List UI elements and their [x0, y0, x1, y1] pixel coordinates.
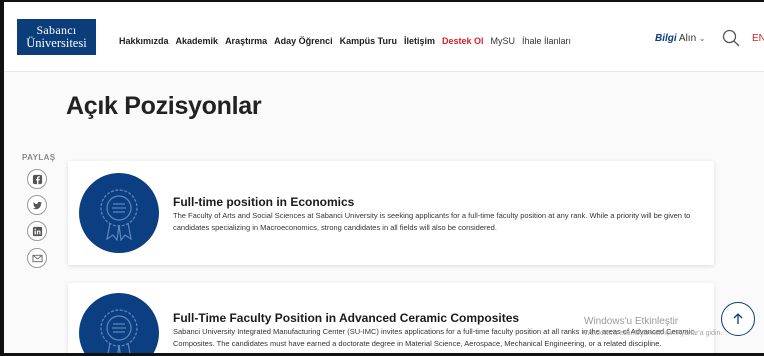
- award-badge-icon: [79, 293, 159, 356]
- share-mail-button[interactable]: [27, 248, 47, 268]
- bilgi-bold-text: Bilgi: [655, 33, 677, 44]
- position-title[interactable]: Full-time position in Economics: [173, 195, 354, 209]
- share-label: PAYLAŞ: [22, 153, 56, 162]
- position-description: The Faculty of Arts and Social Sciences …: [173, 211, 691, 232]
- mail-icon: [31, 254, 43, 262]
- linkedin-icon: [32, 226, 42, 236]
- share-twitter-button[interactable]: [27, 195, 47, 215]
- nav-mysu[interactable]: MySU: [491, 36, 516, 46]
- logo-line-2: Üniversitesi: [26, 36, 87, 50]
- page-title: Açık Pozisyonlar: [66, 92, 262, 120]
- nav-iletisim[interactable]: İletişim: [404, 36, 435, 46]
- windows-activation-watermark: Windows'u Etkinleştir: [584, 316, 679, 327]
- search-icon[interactable]: [722, 29, 740, 47]
- position-card[interactable]: Full-time position in Economics The Facu…: [68, 161, 714, 265]
- scroll-to-top-button[interactable]: [721, 302, 755, 336]
- award-badge-icon: [79, 173, 159, 253]
- chevron-down-icon: ⌄: [698, 34, 706, 43]
- bilgi-alin-dropdown[interactable]: Bilgi Alın ⌄: [655, 33, 706, 44]
- share-facebook-button[interactable]: [27, 169, 47, 189]
- nav-akademik[interactable]: Akademik: [176, 36, 219, 46]
- nav-destek-ol[interactable]: Destek Ol: [442, 36, 484, 46]
- sabanci-logo[interactable]: Sabancı Üniversitesi: [17, 19, 96, 55]
- facebook-icon: [32, 174, 42, 184]
- bilgi-rest-text: Alın: [678, 33, 697, 44]
- share-linkedin-button[interactable]: [27, 221, 47, 241]
- nav-ihale-ilanlari[interactable]: İhale İlanları: [522, 36, 571, 46]
- nav-kampus-turu[interactable]: Kampüs Turu: [340, 36, 397, 46]
- nav-aday-ogrenci[interactable]: Aday Öğrenci: [274, 36, 333, 46]
- nav-arastirma[interactable]: Araştırma: [225, 36, 267, 46]
- language-switch[interactable]: EN: [752, 33, 764, 44]
- nav-hakkimizda[interactable]: Hakkımızda: [119, 36, 169, 46]
- logo-line-1: Sabancı: [36, 23, 77, 37]
- main-nav: Hakkımızda Akademik Araştırma Aday Öğren…: [119, 36, 578, 46]
- twitter-icon: [32, 201, 42, 209]
- windows-activation-subtext: Windows'u etkinleştirmek için Ayarlar'a …: [584, 330, 723, 337]
- site-header: Sabancı Üniversitesi Hakkımızda Akademik…: [4, 2, 764, 72]
- position-title[interactable]: Full-Time Faculty Position in Advanced C…: [173, 311, 519, 325]
- arrow-up-icon: [733, 313, 743, 324]
